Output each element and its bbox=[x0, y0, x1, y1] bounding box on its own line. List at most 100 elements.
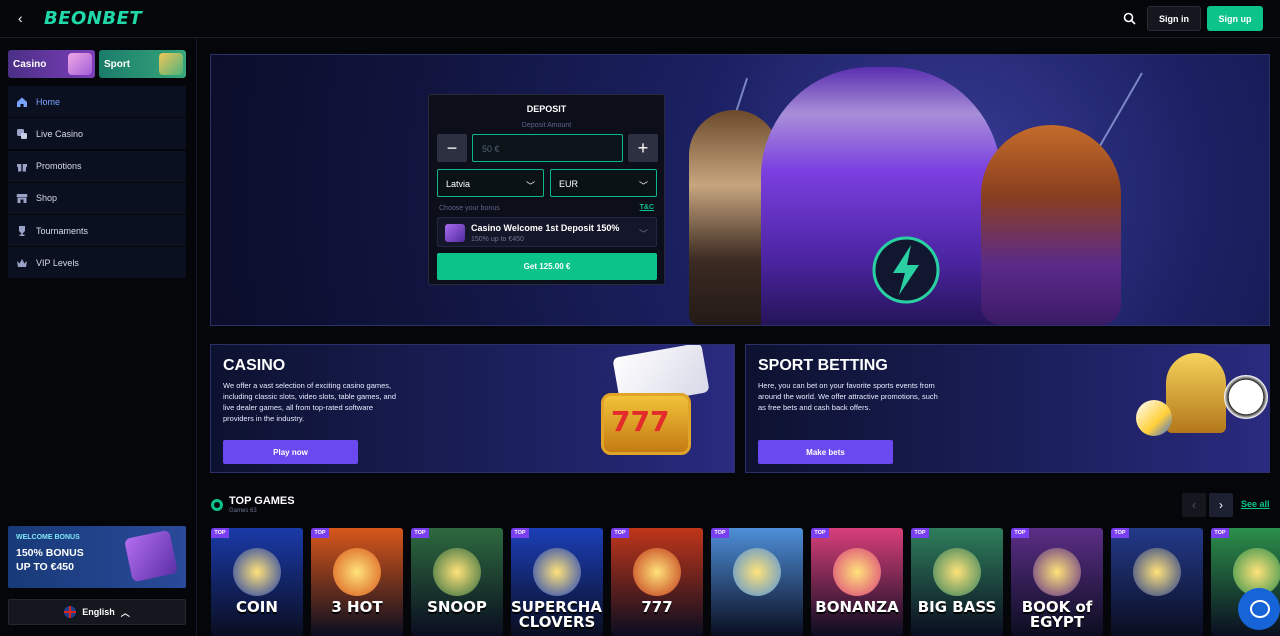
top-badge: TOP bbox=[411, 528, 429, 538]
chevron-down-icon: ﹀ bbox=[525, 181, 535, 191]
plus-icon: + bbox=[637, 137, 649, 158]
top-badge: TOP bbox=[811, 528, 829, 538]
sidebar-item-tournaments[interactable]: Tournaments bbox=[8, 215, 186, 247]
soccer-ball-image bbox=[1224, 375, 1268, 419]
welcome-bonus-banner[interactable]: WELCOME BONUS 150% BONUS UP TO €450 bbox=[8, 526, 186, 588]
sidebar-item-label: Home bbox=[36, 96, 61, 107]
game-tile[interactable]: TOP BONANZA bbox=[811, 528, 903, 636]
game-title: 777 bbox=[641, 598, 673, 616]
top-badge: TOP bbox=[211, 528, 229, 538]
country-select[interactable]: Latvia ﹀ bbox=[437, 169, 544, 197]
make-bets-button[interactable]: Make bets bbox=[758, 440, 893, 464]
game-title: SUPERCHARGED CLOVERS bbox=[511, 598, 603, 631]
gift-icon bbox=[17, 164, 27, 172]
casino-promo-card: CASINO We offer a vast selection of exci… bbox=[210, 344, 735, 473]
game-artwork-image bbox=[633, 548, 681, 596]
top-badge: TOP bbox=[711, 528, 729, 538]
game-tile[interactable]: TOP bbox=[711, 528, 803, 636]
carousel-prev-button[interactable]: ‹ bbox=[1182, 493, 1206, 517]
sidebar-item-live-casino[interactable]: Live Casino bbox=[8, 118, 186, 150]
sport-promo-card: SPORT BETTING Here, you can bet on your … bbox=[745, 344, 1270, 473]
deposit-amount-input[interactable]: 50 € bbox=[472, 134, 623, 162]
get-bonus-button[interactable]: Get 125.00 € bbox=[437, 253, 657, 280]
terms-link[interactable]: T&C bbox=[640, 204, 654, 211]
language-label: English bbox=[82, 607, 115, 617]
chat-support-button[interactable] bbox=[1238, 588, 1280, 630]
deposit-widget: DEPOSIT Deposit Amount − 50 € + Latvia ﹀… bbox=[428, 94, 665, 285]
mode-tab-sport[interactable]: Sport bbox=[99, 50, 186, 78]
chevron-left-icon: ‹ bbox=[1192, 498, 1196, 512]
carousel-next-button[interactable]: › bbox=[1209, 493, 1233, 517]
game-tile[interactable]: TOP 777 bbox=[611, 528, 703, 636]
top-bar: ‹ BEONBET Sign in Sign up bbox=[0, 0, 1280, 38]
game-title: BIG BASS bbox=[917, 598, 997, 616]
top-badge: TOP bbox=[511, 528, 529, 538]
sidebar-item-label: Shop bbox=[36, 193, 58, 204]
sidebar-item-home[interactable]: Home bbox=[8, 86, 186, 117]
casino-icon bbox=[68, 53, 92, 75]
chevron-up-icon: ︿ bbox=[120, 607, 130, 618]
game-artwork-image bbox=[433, 548, 481, 596]
game-tile[interactable]: TOP BOOK of EGYPT bbox=[1011, 528, 1103, 636]
dice-icon bbox=[17, 128, 27, 139]
game-title: BONANZA bbox=[815, 598, 899, 616]
sidebar-item-label: Tournaments bbox=[36, 225, 89, 236]
sidebar-item-label: Live Casino bbox=[36, 128, 84, 139]
deposit-title: DEPOSIT bbox=[526, 104, 567, 114]
mode-tab-label: Casino bbox=[13, 59, 47, 70]
game-artwork-image bbox=[333, 548, 381, 596]
bonus-select[interactable]: Casino Welcome 1st Deposit 150% 150% up … bbox=[437, 217, 657, 247]
sidebar-item-shop[interactable]: Shop bbox=[8, 182, 186, 214]
sign-up-button[interactable]: Sign up bbox=[1207, 6, 1263, 31]
decrease-amount-button[interactable]: − bbox=[437, 134, 467, 162]
sidebar-item-vip-levels[interactable]: VIP Levels bbox=[8, 247, 186, 279]
shop-icon bbox=[16, 194, 28, 204]
top-badge: TOP bbox=[611, 528, 629, 538]
bonus-subtitle: 150% up to €450 bbox=[471, 236, 524, 243]
sidebar: Casino Sport Home Live Casino Promotions… bbox=[0, 38, 197, 636]
search-icon[interactable] bbox=[1122, 11, 1138, 27]
chevron-down-icon: ﹀ bbox=[638, 181, 648, 191]
currency-value: EUR bbox=[559, 179, 579, 189]
trophy-icon bbox=[19, 225, 25, 236]
increase-amount-button[interactable]: + bbox=[628, 134, 658, 162]
chevron-right-icon: › bbox=[1219, 498, 1223, 512]
sport-promo-title: SPORT BETTING bbox=[758, 357, 888, 374]
game-tile[interactable]: TOP COIN bbox=[211, 528, 303, 636]
sidebar-item-promotions[interactable]: Promotions bbox=[8, 150, 186, 182]
monkey-character-image bbox=[981, 125, 1121, 325]
game-tile[interactable]: TOP SNOOP bbox=[411, 528, 503, 636]
casino-promo-title: CASINO bbox=[223, 357, 286, 374]
top-badge: TOP bbox=[1111, 528, 1129, 538]
logo[interactable]: BEONBET bbox=[44, 8, 142, 29]
top-badge: TOP bbox=[311, 528, 329, 538]
crown-icon bbox=[17, 258, 27, 267]
see-all-link[interactable]: See all bbox=[1241, 499, 1270, 509]
game-tile[interactable]: TOP bbox=[1111, 528, 1203, 636]
game-tile[interactable]: TOP BIG BASS bbox=[911, 528, 1003, 636]
sidebar-nav: Home Live Casino Promotions Shop Tournam… bbox=[8, 86, 186, 280]
treasure-chest-icon bbox=[445, 224, 465, 242]
country-value: Latvia bbox=[446, 179, 471, 189]
mode-tab-label: Sport bbox=[104, 59, 131, 70]
chevron-left-icon[interactable]: ‹ bbox=[18, 10, 23, 26]
game-title: BOOK of EGYPT bbox=[1021, 598, 1093, 631]
currency-select[interactable]: EUR ﹀ bbox=[550, 169, 657, 197]
game-title: 3 HOT bbox=[331, 598, 383, 616]
language-selector[interactable]: English ︿ bbox=[8, 599, 186, 625]
game-tile[interactable]: TOP SUPERCHARGED CLOVERS bbox=[511, 528, 603, 636]
trophy-image bbox=[1166, 353, 1226, 433]
game-tile[interactable]: TOP 3 HOT bbox=[311, 528, 403, 636]
hero-banner bbox=[210, 54, 1270, 326]
sign-in-button[interactable]: Sign in bbox=[1147, 6, 1201, 31]
chevron-down-icon: ﹀ bbox=[638, 229, 648, 239]
sport-icon bbox=[159, 53, 183, 75]
mode-tab-casino[interactable]: Casino bbox=[8, 50, 95, 78]
uk-flag-icon bbox=[64, 606, 77, 618]
game-artwork-image bbox=[1033, 548, 1081, 596]
top-badge: TOP bbox=[1011, 528, 1029, 538]
deposit-amount-label: Deposit Amount bbox=[521, 122, 572, 129]
game-artwork-image bbox=[533, 548, 581, 596]
play-now-button[interactable]: Play now bbox=[223, 440, 358, 464]
top-games-count: Games 63 bbox=[229, 508, 257, 514]
